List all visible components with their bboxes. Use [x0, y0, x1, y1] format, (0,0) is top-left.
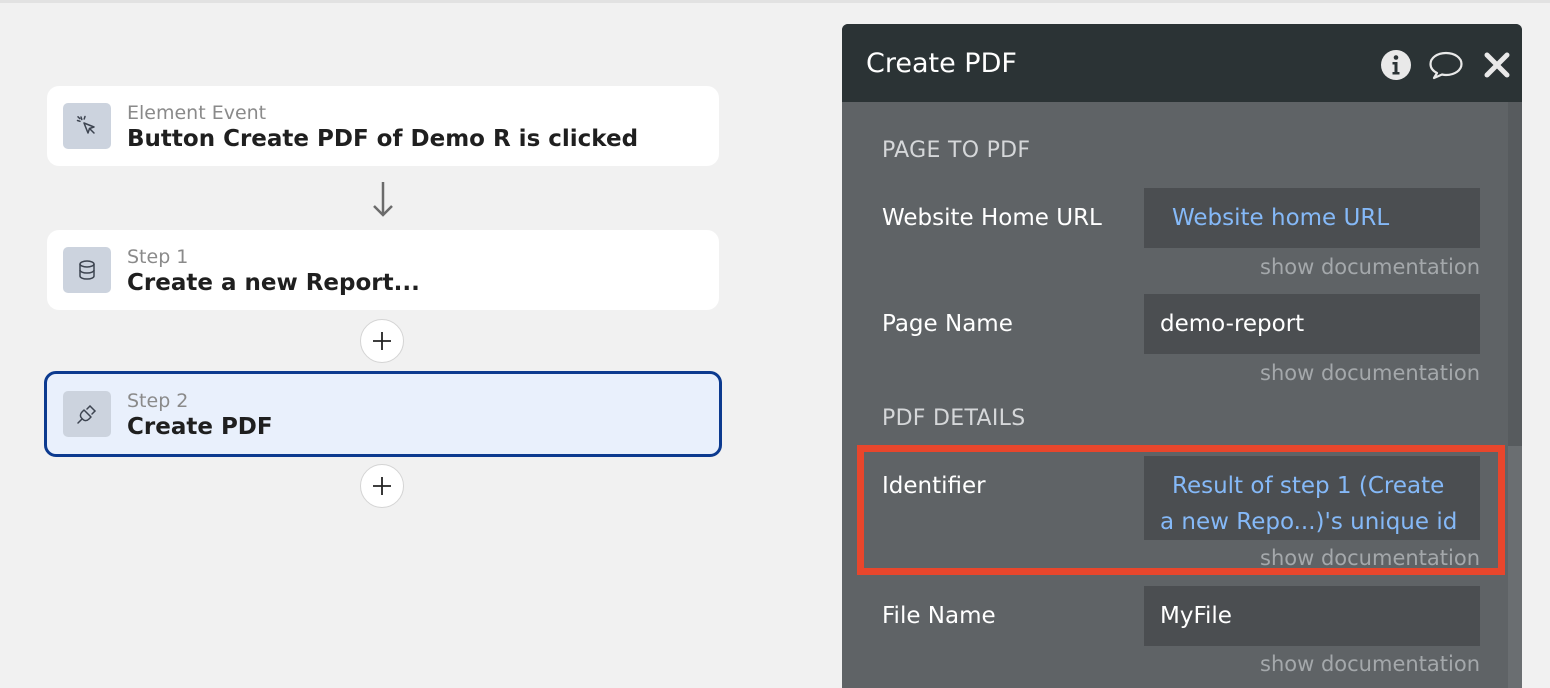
event-type-label: Element Event: [127, 102, 267, 124]
panel-scrollbar-thumb[interactable]: [1508, 102, 1522, 446]
top-divider: [0, 0, 1550, 3]
step-2-card[interactable]: Step 2 Create PDF: [44, 371, 722, 457]
highlight-box: [857, 445, 1505, 575]
page-name-label: Page Name: [882, 311, 1013, 337]
panel-header: Create PDF: [842, 24, 1522, 102]
close-icon[interactable]: [1482, 49, 1512, 81]
step-title: Create a new Report...: [127, 270, 420, 296]
show-documentation-link[interactable]: show documentation: [1260, 361, 1480, 385]
plus-icon: [373, 332, 391, 350]
plug-icon: [63, 391, 111, 437]
step-1-card[interactable]: Step 1 Create a new Report...: [47, 230, 719, 310]
page-name-field[interactable]: demo-report: [1144, 294, 1480, 354]
section-heading-pdf-details: PDF DETAILS: [882, 406, 1026, 431]
comment-icon[interactable]: [1428, 49, 1464, 81]
action-property-panel: Create PDF PAGE TO PDF Website Home URL …: [842, 24, 1522, 688]
add-step-button[interactable]: [360, 464, 404, 508]
website-home-url-label: Website Home URL: [882, 205, 1102, 231]
add-step-button[interactable]: [360, 319, 404, 363]
panel-title: Create PDF: [866, 48, 1017, 79]
step-number-label: Step 1: [127, 246, 189, 268]
show-documentation-link[interactable]: show documentation: [1260, 255, 1480, 279]
file-name-field[interactable]: MyFile: [1144, 586, 1480, 646]
field-value: demo-report: [1160, 311, 1305, 337]
show-documentation-link[interactable]: show documentation: [1260, 652, 1480, 676]
step-title: Create PDF: [127, 414, 273, 440]
info-icon[interactable]: [1380, 49, 1412, 81]
field-value: MyFile: [1160, 603, 1232, 629]
database-icon: [63, 247, 111, 293]
cursor-click-icon: [63, 103, 111, 149]
event-title: Button Create PDF of Demo R is clicked: [127, 126, 639, 152]
file-name-label: File Name: [882, 603, 996, 629]
plus-icon: [373, 477, 391, 495]
field-value: Website home URL: [1172, 205, 1390, 231]
step-number-label: Step 2: [127, 390, 189, 412]
website-home-url-field[interactable]: Website home URL: [1144, 188, 1480, 248]
arrow-down-icon: [373, 182, 393, 217]
section-heading-page-to-pdf: PAGE TO PDF: [882, 138, 1031, 163]
event-card[interactable]: Element Event Button Create PDF of Demo …: [47, 86, 719, 166]
